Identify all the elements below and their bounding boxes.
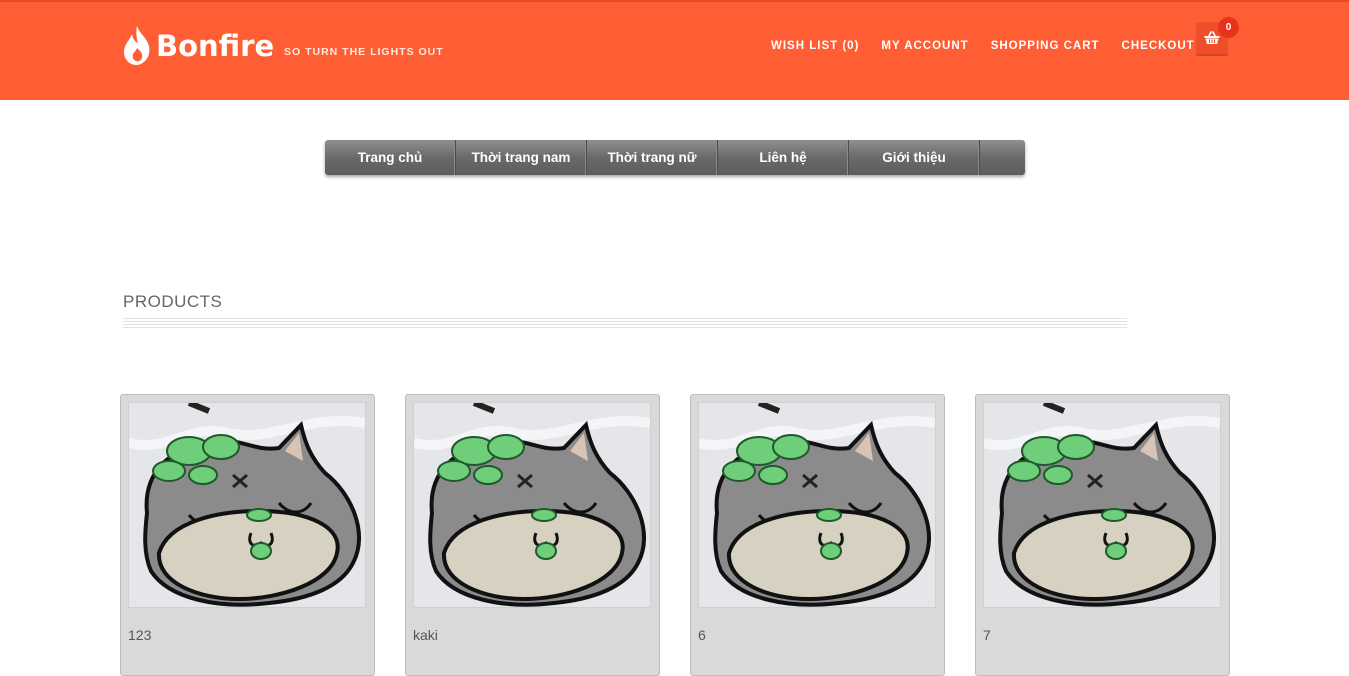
section-title-rule (123, 318, 1127, 328)
product-name[interactable]: 6 (698, 627, 706, 643)
account-nav: WISH LIST (0) MY ACCOUNT SHOPPING CART C… (760, 40, 1206, 52)
nav-end-cap (980, 140, 1025, 175)
nav-item-men-fashion[interactable]: Thời trang nam (456, 140, 587, 175)
product-image[interactable] (698, 402, 936, 608)
nav-item-women-fashion[interactable]: Thời trang nữ (587, 140, 718, 175)
shopping-cart-link[interactable]: SHOPPING CART (991, 40, 1100, 52)
brand-name: Bonfire (156, 29, 275, 63)
product-name[interactable]: kaki (413, 627, 438, 643)
product-name[interactable]: 7 (983, 627, 991, 643)
wish-list-link[interactable]: WISH LIST (0) (771, 40, 859, 52)
product-image[interactable] (983, 402, 1221, 608)
main-nav: Trang chủ Thời trang nam Thời trang nữ L… (325, 140, 1025, 175)
cat-shirt-image (699, 403, 935, 607)
brand-tagline: SO TURN THE LIGHTS OUT (284, 46, 444, 58)
cat-shirt-image (414, 403, 650, 607)
product-card[interactable]: kaki (405, 394, 660, 676)
product-card[interactable]: 7 (975, 394, 1230, 676)
cat-shirt-image (984, 403, 1220, 607)
basket-icon (1204, 31, 1220, 44)
nav-item-contact[interactable]: Liên hệ (718, 140, 849, 175)
checkout-link[interactable]: CHECKOUT (1122, 40, 1195, 52)
product-name[interactable]: 123 (128, 627, 151, 643)
product-image[interactable] (413, 402, 651, 608)
nav-item-about[interactable]: Giới thiệu (849, 140, 980, 175)
section-title: PRODUCTS (123, 292, 223, 311)
product-image[interactable] (128, 402, 366, 608)
cat-shirt-image (129, 403, 365, 607)
flame-icon (124, 26, 150, 65)
nav-item-home[interactable]: Trang chủ (325, 140, 456, 175)
product-card[interactable]: 123 (120, 394, 375, 676)
my-account-link[interactable]: MY ACCOUNT (881, 40, 968, 52)
brand-logo[interactable]: Bonfire (121, 24, 274, 68)
product-card[interactable]: 6 (690, 394, 945, 676)
cart-count-badge: 0 (1218, 17, 1239, 38)
